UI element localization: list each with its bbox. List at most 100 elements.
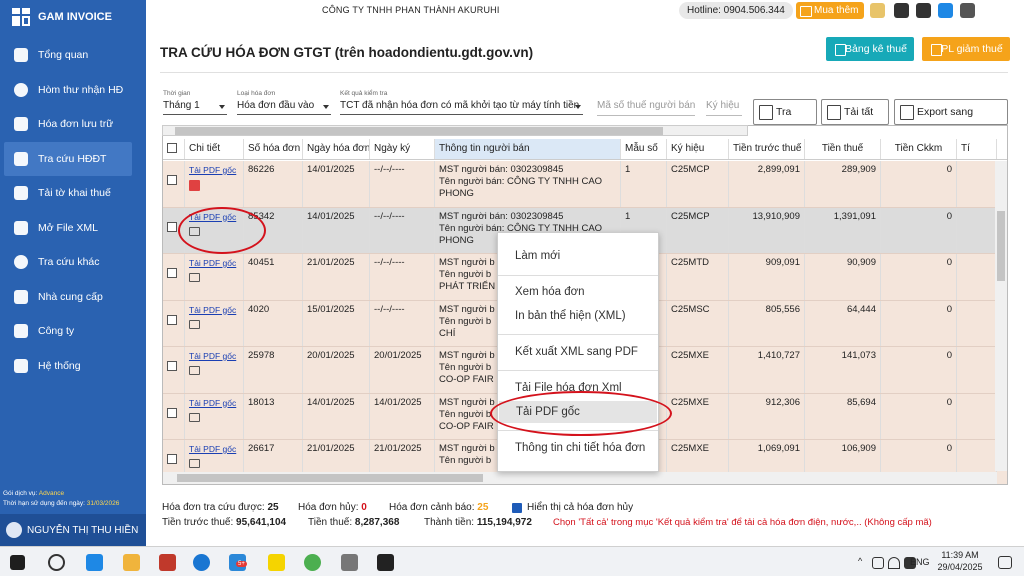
sidebar-item-nha-cung-cap[interactable]: Nhà cung cấp [0, 280, 146, 315]
user-avatar-icon [6, 522, 22, 538]
print-icon[interactable] [189, 412, 200, 422]
menu-item-lam-moi[interactable]: Làm mới [498, 245, 658, 267]
row-checkbox[interactable] [167, 314, 177, 325]
download-pdf-link[interactable]: Tải PDF gốc [189, 398, 236, 408]
horizontal-scrollbar-bottom[interactable] [163, 472, 997, 484]
menu-item-thong-tin-chi-tiet[interactable]: Thông tin chi tiết hóa đơn [498, 437, 658, 459]
horizontal-scroll-thumb[interactable] [177, 474, 483, 482]
row-checkbox[interactable] [167, 407, 177, 418]
row-select-cell[interactable] [163, 347, 185, 393]
row-select-cell[interactable] [163, 161, 185, 207]
type-filter[interactable]: Loại hóa đơn Hóa đơn đầu vào [237, 90, 331, 115]
table-row[interactable]: Tải PDF gốc 86226 14/01/2025 --/--/---- MST … [163, 161, 1007, 208]
row-more-cell [957, 300, 997, 346]
col-tien-thue[interactable]: Tiền thuế [805, 139, 881, 159]
col-chi-tiet[interactable]: Chi tiết [185, 139, 244, 159]
sticky-notes-icon[interactable] [268, 554, 285, 571]
col-thong-tin-nguoi-ban[interactable]: Thông tin người bán [435, 139, 621, 159]
help-chat-icon[interactable] [916, 3, 931, 18]
vertical-scrollbar[interactable] [995, 161, 1007, 471]
row-checkbox[interactable] [167, 221, 177, 232]
print-icon[interactable] [189, 273, 200, 282]
menu-item-in-ban-the-hien[interactable]: In bản thể hiện (XML) [498, 305, 658, 327]
sidebar-item-luu-tru[interactable]: Hóa đơn lưu trữ [0, 107, 146, 142]
pl-giam-thue-button[interactable]: PL giảm thuế [922, 37, 1010, 61]
language-indicator[interactable]: ENG [910, 557, 930, 567]
time-filter[interactable]: Thời gian Tháng 1 [163, 90, 227, 115]
row-checkbox[interactable] [167, 175, 177, 185]
print-icon[interactable] [189, 459, 200, 468]
app-icon[interactable] [159, 554, 176, 571]
sidebar-item-he-thong[interactable]: Hệ thống [0, 349, 146, 384]
col-tien-truoc-thue[interactable]: Tiền trước thuế [729, 139, 805, 159]
capcut-icon[interactable] [377, 554, 394, 571]
print-icon[interactable] [189, 319, 200, 329]
edge-icon[interactable] [193, 554, 210, 571]
user-bar[interactable]: NGUYỄN THỊ THU HIỀN [0, 514, 146, 546]
battery-icon[interactable] [872, 557, 884, 569]
row-checkbox[interactable] [167, 268, 177, 278]
download-all-button[interactable]: Tải tất cả [821, 99, 889, 142]
tray-chevron-icon[interactable]: ^ [858, 556, 862, 566]
database-icon[interactable] [341, 554, 358, 571]
col-tien-ckkm[interactable]: Tiền Ckkm [881, 139, 957, 159]
col-ky-hieu[interactable]: Ký hiệu [667, 139, 729, 159]
select-all-header[interactable] [163, 139, 185, 159]
download-pdf-link[interactable]: Tải PDF gốc [189, 305, 236, 315]
row-select-cell[interactable] [163, 300, 185, 346]
type-select[interactable]: Hóa đơn đầu vào [237, 99, 331, 115]
checkbox-checked-icon[interactable] [512, 502, 522, 513]
sidebar-item-tra-cuu-hddt[interactable]: Tra cứu HĐĐT [4, 141, 132, 176]
dropbox-icon[interactable] [86, 554, 103, 571]
pdf-file-icon[interactable] [189, 180, 200, 191]
download-pdf-link[interactable]: Tải PDF gốc [189, 165, 236, 175]
export-pmkt-button[interactable]: Export sang PMKT [894, 99, 1008, 142]
select-all-checkbox[interactable] [167, 143, 177, 153]
mst-input[interactable]: Mã số thuế người bán [597, 100, 695, 116]
horizontal-scrollbar-top[interactable] [162, 125, 748, 136]
vertical-scroll-thumb[interactable] [997, 211, 1005, 281]
menu-item-ket-xuat-pdf[interactable]: Kết xuất XML sang PDF [498, 341, 658, 363]
sidebar-item-hom-thu[interactable]: Hòm thư nhận HĐ [0, 73, 146, 108]
chat-icon[interactable] [894, 3, 909, 18]
sidebar-item-cong-ty[interactable]: Công ty [0, 314, 146, 349]
download-pdf-link[interactable]: Tải PDF gốc [189, 258, 236, 268]
col-mau-so[interactable]: Mẫu số [621, 139, 667, 159]
clock-date[interactable]: 29/04/2025 [936, 562, 984, 572]
bang-ke-thue-button[interactable]: Bảng kê thuế [826, 37, 914, 61]
money-bag-icon[interactable] [870, 3, 885, 18]
buy-more-button[interactable]: Mua thêm [796, 2, 864, 19]
menu-item-xem-hoa-don[interactable]: Xem hóa đơn [498, 281, 658, 303]
row-select-cell[interactable] [163, 393, 185, 439]
horizontal-scroll-thumb-top[interactable] [175, 127, 663, 135]
download-pdf-link[interactable]: Tải PDF gốc [189, 351, 236, 361]
settings-icon[interactable] [960, 3, 975, 18]
col-ngay-hoa-don[interactable]: Ngày hóa đơn [303, 139, 370, 159]
row-checkbox[interactable] [167, 454, 177, 464]
windows-start-icon[interactable] [10, 555, 25, 570]
chrome-icon[interactable] [304, 554, 321, 571]
show-cancel-toggle[interactable]: Hiển thị cả hóa đơn hủy [512, 502, 633, 513]
wifi-icon[interactable] [888, 557, 900, 569]
sidebar-item-tong-quan[interactable]: Tổng quan [0, 38, 146, 73]
sidebar-item-tra-cuu-khac[interactable]: Tra cứu khác [0, 245, 146, 280]
result-filter[interactable]: Kết quả kiểm tra TCT đã nhận hóa đơn có … [340, 90, 583, 115]
download-pdf-link[interactable]: Tải PDF gốc [189, 444, 236, 454]
row-select-cell[interactable] [163, 254, 185, 300]
clock-time[interactable]: 11:39 AM [938, 550, 982, 560]
search-button[interactable]: Tra cứu [753, 99, 817, 142]
notification-center-icon[interactable] [998, 556, 1012, 569]
sidebar-item-xml[interactable]: Mở File XML [0, 211, 146, 246]
col-tien-more[interactable]: Tí [957, 139, 997, 159]
file-explorer-icon[interactable] [123, 554, 140, 571]
task-view-icon[interactable] [48, 554, 65, 571]
col-so-hoa-don[interactable]: Số hóa đơn [244, 139, 303, 159]
ky-hieu-input[interactable]: Ký hiệu [706, 100, 742, 116]
time-select[interactable]: Tháng 1 [163, 99, 227, 115]
result-select[interactable]: TCT đã nhận hóa đơn có mã khởi tạo từ má… [340, 99, 583, 115]
row-checkbox[interactable] [167, 361, 177, 371]
zalo-icon[interactable] [938, 3, 953, 18]
print-icon[interactable] [189, 366, 200, 375]
col-ngay-ky[interactable]: Ngày ký [370, 139, 435, 159]
sidebar-item-to-khai[interactable]: Tải tờ khai thuế [0, 176, 146, 211]
